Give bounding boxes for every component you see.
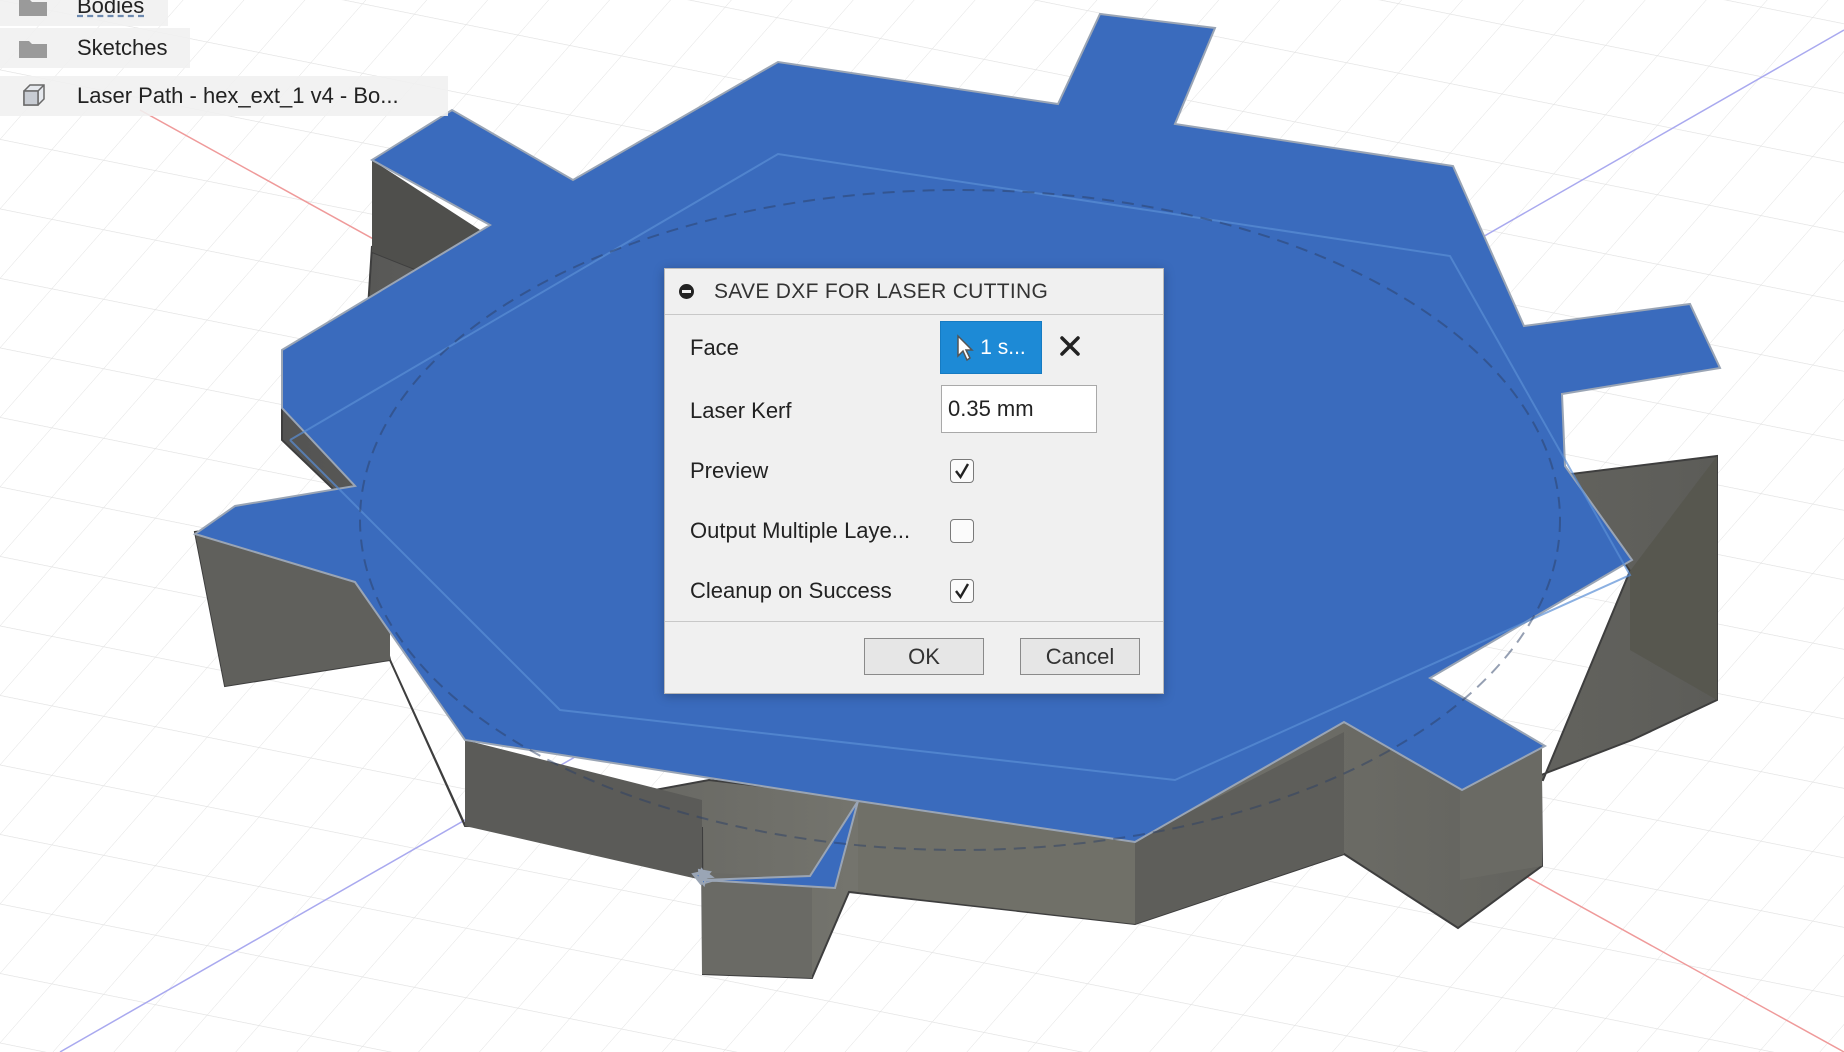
dialog-title: SAVE DXF FOR LASER CUTTING <box>714 279 1049 303</box>
face-row: Face 1 s... <box>665 315 1163 381</box>
dialog-footer: OK Cancel <box>665 621 1163 696</box>
browser-item-label: Sketches <box>77 35 168 60</box>
face-label: Face <box>690 335 739 360</box>
save-dxf-dialog: SAVE DXF FOR LASER CUTTING Face 1 s... L… <box>664 268 1164 694</box>
browser-item-label: Laser Path - hex_ext_1 v4 - Bo... <box>77 83 399 108</box>
cleanup-row: Cleanup on Success <box>665 561 1163 621</box>
checkmark-icon <box>955 583 970 600</box>
preview-checkbox[interactable] <box>950 459 974 483</box>
cursor-icon <box>957 333 975 361</box>
collapse-icon[interactable] <box>679 284 694 299</box>
folder-icon <box>16 35 50 61</box>
browser-item-sketches[interactable]: Sketches <box>0 28 190 68</box>
cleanup-checkbox[interactable] <box>950 579 974 603</box>
close-icon[interactable] <box>1057 333 1083 359</box>
cleanup-label: Cleanup on Success <box>690 578 892 603</box>
cancel-button[interactable]: Cancel <box>1020 638 1140 675</box>
multiple-layers-checkbox[interactable] <box>950 519 974 543</box>
multiple-layers-row: Output Multiple Laye... <box>665 501 1163 561</box>
preview-row: Preview <box>665 441 1163 501</box>
body-icon <box>16 83 50 109</box>
multiple-layers-label: Output Multiple Laye... <box>690 518 911 543</box>
laser-kerf-label: Laser Kerf <box>690 398 792 423</box>
dialog-header[interactable]: SAVE DXF FOR LASER CUTTING <box>665 269 1163 315</box>
wall-tooth-bottom <box>702 872 812 978</box>
browser-item-bodies[interactable]: Bodies <box>0 0 168 26</box>
browser-item-laser-path[interactable]: Laser Path - hex_ext_1 v4 - Bo... <box>0 76 448 116</box>
face-selection-button[interactable]: 1 s... <box>940 321 1042 374</box>
laser-kerf-row: Laser Kerf <box>665 381 1163 441</box>
folder-icon <box>16 0 50 19</box>
laser-kerf-input[interactable] <box>941 385 1097 433</box>
ok-button[interactable]: OK <box>864 638 984 675</box>
checkmark-icon <box>955 463 970 480</box>
browser-item-label: Bodies <box>77 0 145 18</box>
preview-label: Preview <box>690 458 769 483</box>
face-selection-count: 1 s... <box>980 335 1026 359</box>
